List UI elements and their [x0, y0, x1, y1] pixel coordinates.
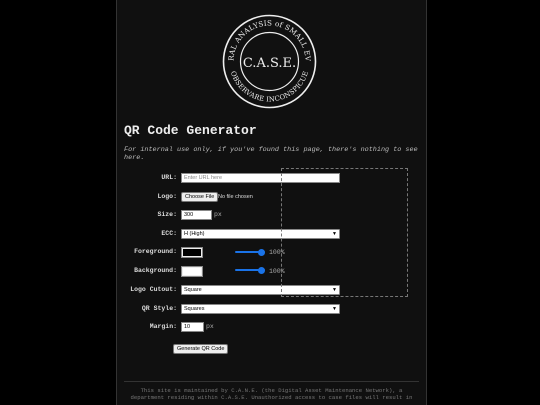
- footer-text: This site is maintained by C.A.N.E. (the…: [130, 387, 413, 401]
- margin-unit: px: [206, 323, 214, 330]
- url-label: URL:: [161, 174, 177, 181]
- foreground-color-picker[interactable]: [181, 247, 203, 258]
- logo-cutout-value: Square: [184, 287, 202, 293]
- ecc-label: ECC:: [161, 230, 177, 237]
- logo-label: Logo:: [157, 193, 177, 200]
- background-color-fill: [183, 268, 201, 275]
- file-status: No file chosen: [218, 194, 253, 200]
- seal-center-text: C.A.S.E.: [243, 56, 296, 71]
- foreground-label: Foreground:: [134, 248, 177, 255]
- margin-input[interactable]: 10: [181, 322, 204, 332]
- logo-cutout-label: Logo Cutout:: [130, 286, 177, 293]
- qr-style-label: QR Style:: [141, 305, 177, 312]
- slider-knob[interactable]: [257, 248, 265, 256]
- page-title: QR Code Generator: [124, 123, 257, 138]
- background-color-picker[interactable]: [181, 266, 203, 277]
- qr-style-select[interactable]: Squares ▼: [181, 304, 340, 314]
- margin-label: Margin:: [149, 323, 177, 330]
- footer-divider: [124, 381, 419, 382]
- qr-preview-area: [281, 168, 408, 297]
- case-seal-logo: CENTRAL ANALYSIS of SMALL EVENTS OBSERVA…: [222, 14, 317, 109]
- size-unit: px: [214, 211, 222, 218]
- background-opacity-slider[interactable]: [235, 266, 265, 274]
- chevron-down-icon: ▼: [332, 306, 337, 312]
- choose-file-button[interactable]: Choose File: [181, 192, 219, 202]
- size-label: Size:: [157, 211, 177, 218]
- ecc-value: H (High): [184, 231, 205, 237]
- generate-qr-button[interactable]: Generate QR Code: [173, 344, 229, 354]
- foreground-color-fill: [183, 249, 201, 256]
- size-input[interactable]: 300: [181, 210, 212, 220]
- url-placeholder: Enter URL here: [184, 175, 223, 181]
- internal-use-note: For internal use only, if you've found t…: [124, 146, 418, 162]
- page-container: CENTRAL ANALYSIS of SMALL EVENTS OBSERVA…: [116, 0, 427, 405]
- slider-knob[interactable]: [257, 266, 265, 274]
- background-label: Background:: [134, 267, 177, 274]
- foreground-opacity-slider[interactable]: [235, 248, 265, 256]
- qr-style-value: Squares: [184, 306, 205, 312]
